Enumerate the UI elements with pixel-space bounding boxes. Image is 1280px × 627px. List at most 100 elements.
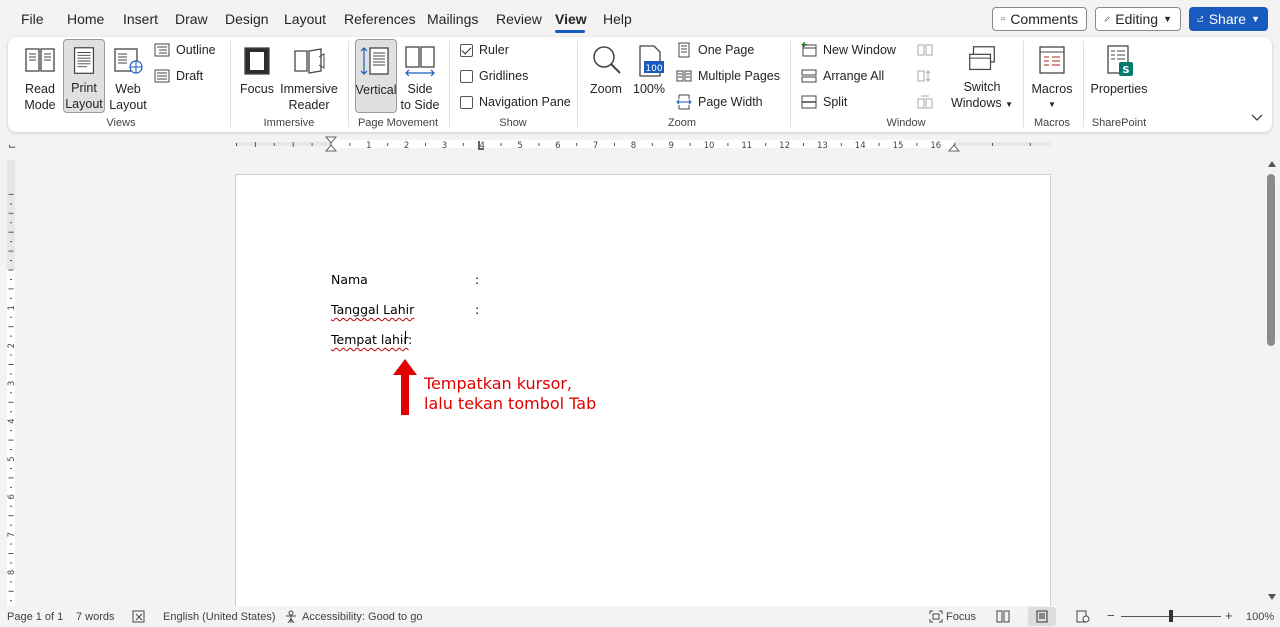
separator <box>348 41 349 127</box>
collapse-ribbon-button[interactable] <box>1251 111 1263 125</box>
focus-status-button[interactable]: Focus <box>946 611 976 623</box>
print-layout-status-button[interactable] <box>1028 607 1056 626</box>
pencil-icon <box>1104 16 1110 22</box>
doc-label-nama[interactable]: Nama <box>331 272 368 287</box>
focus-button[interactable]: Focus <box>238 39 276 113</box>
proofing-icon[interactable] <box>132 610 146 623</box>
ruler-margin-left <box>235 142 331 146</box>
doc-colon-nama[interactable]: : <box>475 272 479 287</box>
read-mode-label-1: Read <box>25 82 55 96</box>
focus-mode-icon <box>929 610 943 623</box>
ruler-number: 3 <box>442 141 447 151</box>
draft-button[interactable]: Draft <box>154 66 203 86</box>
menu-design[interactable]: Design <box>225 11 269 27</box>
web-layout-status-icon[interactable] <box>1076 610 1090 623</box>
menu-references[interactable]: References <box>344 11 416 27</box>
doc-label-tempat-lahir[interactable]: Tempat lahir <box>331 332 409 347</box>
outline-button[interactable]: Outline <box>154 40 216 60</box>
vertical-button[interactable]: Vertical <box>355 39 397 113</box>
vertical-ruler[interactable]: 1 2 3 4 5 6 7 8 <box>0 160 22 606</box>
menu-review[interactable]: Review <box>496 11 542 27</box>
zoom-out-icon[interactable]: − <box>1107 608 1115 623</box>
multiple-pages-button[interactable]: Multiple Pages <box>676 66 780 86</box>
vruler-number: 7 <box>7 532 17 537</box>
zoom-slider-thumb[interactable] <box>1169 610 1173 622</box>
web-layout-icon <box>114 48 143 74</box>
doc-colon-tanggal-lahir[interactable]: : <box>475 302 479 317</box>
tab-selector-icon[interactable]: ⌙ <box>8 141 16 152</box>
immersive-reader-button[interactable]: Immersive Reader <box>280 39 338 113</box>
switch-windows-button[interactable]: Switch Windows ▼ <box>948 39 1016 113</box>
word-count[interactable]: 7 words <box>76 611 115 623</box>
chevron-down-icon: ▼ <box>1163 14 1172 24</box>
menu-mailings[interactable]: Mailings <box>427 11 478 27</box>
horizontal-ruler[interactable]: ⌙ 1 2 3 4 5 6 7 8 9 10 11 12 13 14 15 16 <box>0 135 1280 155</box>
menu-insert[interactable]: Insert <box>123 11 158 27</box>
gridlines-checkbox[interactable]: Gridlines <box>460 66 528 86</box>
ruler-number: 6 <box>555 141 560 151</box>
vruler-number: 3 <box>7 381 17 386</box>
doc-colon-tempat-lahir[interactable]: : <box>408 332 412 347</box>
scroll-down-icon[interactable] <box>1267 593 1277 601</box>
ruler-number: 5 <box>517 141 522 151</box>
vruler-number: 1 <box>7 305 17 310</box>
side-to-side-icon <box>405 46 435 77</box>
zoom-level[interactable]: 100% <box>1246 611 1274 623</box>
outline-icon <box>154 43 170 57</box>
vertical-scrollbar[interactable] <box>1264 155 1280 606</box>
accessibility-status[interactable]: Accessibility: Good to go <box>302 611 422 623</box>
page-count[interactable]: Page 1 of 1 <box>7 611 63 623</box>
page-width-label: Page Width <box>698 95 763 109</box>
vruler-number: 6 <box>7 494 17 499</box>
editing-button[interactable]: Editing ▼ <box>1095 7 1181 31</box>
zoom-100-button[interactable]: 100 100% <box>630 39 668 113</box>
document-canvas[interactable]: Nama : Tanggal Lahir : Tempat lahir : Te… <box>22 155 1264 606</box>
zoom-button[interactable]: Zoom <box>586 39 626 113</box>
switch-windows-label-2-wrap: Windows ▼ <box>951 95 1013 113</box>
vruler-text-area <box>7 270 15 606</box>
macros-group-label: Macros <box>1033 117 1071 129</box>
read-mode-button[interactable]: Read Mode <box>20 39 60 113</box>
zoom-100-label: 100% <box>633 82 665 96</box>
scroll-thumb[interactable] <box>1267 174 1275 346</box>
menu-help[interactable]: Help <box>603 11 632 27</box>
document-page[interactable]: Nama : Tanggal Lahir : Tempat lahir : Te… <box>235 174 1051 606</box>
doc-label-tanggal-lahir[interactable]: Tanggal Lahir <box>331 302 414 317</box>
window-group-label: Window <box>886 117 926 129</box>
comments-label: Comments <box>1010 11 1078 27</box>
web-layout-label-2: Layout <box>109 98 147 112</box>
read-mode-status-icon[interactable] <box>996 610 1010 623</box>
menu-file[interactable]: File <box>21 11 44 27</box>
magnifier-icon <box>593 46 621 74</box>
menu-home[interactable]: Home <box>67 11 104 27</box>
split-button[interactable]: Split <box>801 92 847 112</box>
ruler-checkbox[interactable]: Ruler <box>460 40 509 60</box>
synchronous-scrolling-button[interactable] <box>917 66 933 86</box>
macros-label: Macros <box>1031 82 1073 96</box>
menu-view[interactable]: View <box>555 11 587 27</box>
page-width-button[interactable]: Page Width <box>676 92 763 112</box>
share-icon <box>1197 16 1204 22</box>
view-side-by-side-button[interactable] <box>917 40 933 60</box>
language-status[interactable]: English (United States) <box>163 611 276 623</box>
comments-button[interactable]: Comments <box>992 7 1087 31</box>
menu-layout[interactable]: Layout <box>284 11 326 27</box>
menu-draw[interactable]: Draw <box>175 11 208 27</box>
reset-window-position-button[interactable] <box>917 92 933 112</box>
side-to-side-button[interactable]: Side to Side <box>399 39 441 113</box>
scroll-up-icon[interactable] <box>1267 160 1277 168</box>
new-window-button[interactable]: New Window <box>801 40 896 60</box>
macros-button[interactable]: Macros ▼ <box>1030 39 1074 113</box>
arrange-all-button[interactable]: Arrange All <box>801 66 884 86</box>
show-group-label: Show <box>499 117 527 129</box>
web-layout-button[interactable]: Web Layout <box>108 39 148 113</box>
hundred-icon-text: 100 <box>645 64 662 74</box>
properties-button[interactable]: S Properties <box>1090 39 1148 113</box>
navigation-pane-checkbox[interactable]: Navigation Pane <box>460 92 571 112</box>
red-arrow-up-icon <box>393 359 417 415</box>
side-by-side-icon <box>917 44 933 56</box>
share-button[interactable]: Share ▼ <box>1189 7 1268 31</box>
print-layout-button[interactable]: Print Layout <box>63 39 105 113</box>
one-page-button[interactable]: One Page <box>676 40 754 60</box>
zoom-in-icon[interactable]: + <box>1225 608 1233 623</box>
